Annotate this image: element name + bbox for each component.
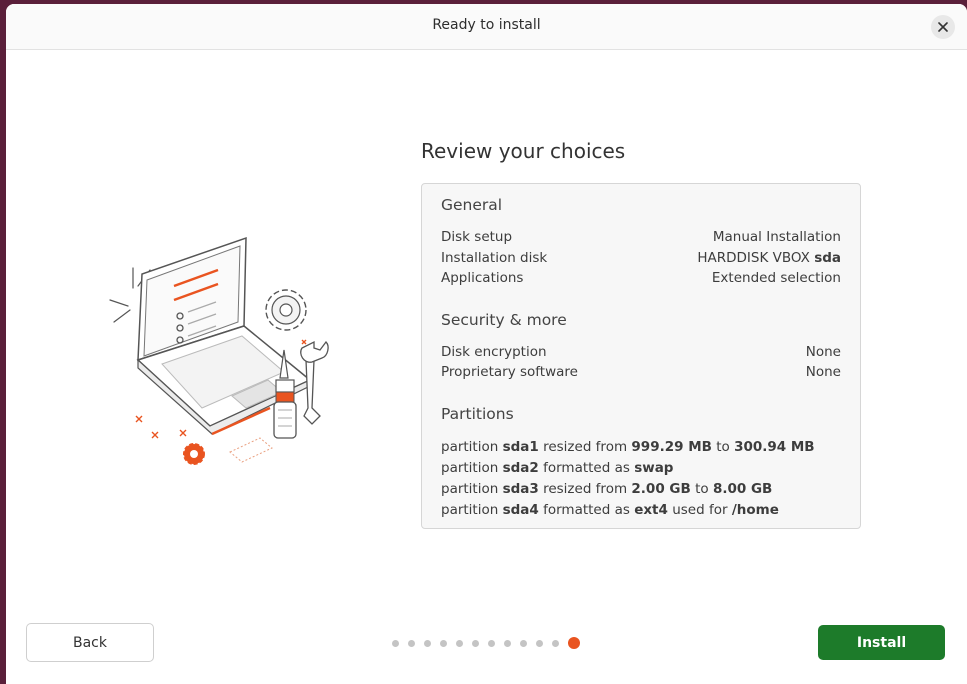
partition-item: partition sda4 formatted as ext4 used fo… (441, 502, 779, 518)
progress-dot (520, 639, 527, 647)
step-progress-dots (392, 636, 580, 650)
summary-row-disk-encryption: Disk encryption None (441, 344, 841, 360)
section-title-general: General (441, 196, 503, 214)
close-icon (938, 22, 948, 32)
title-bar: Ready to install (6, 4, 967, 50)
section-title-security: Security & more (441, 311, 567, 329)
progress-dot (408, 639, 415, 647)
laptop-tools-illustration (109, 236, 329, 465)
progress-dot (488, 639, 495, 647)
close-button[interactable] (931, 15, 955, 39)
page-heading: Review your choices (421, 139, 626, 163)
partition-item: partition sda1 resized from 999.29 MB to… (441, 439, 815, 455)
summary-card: General Disk setup Manual Installation I… (421, 183, 861, 529)
install-button[interactable]: Install (818, 625, 945, 660)
progress-dot (392, 639, 399, 647)
summary-row-disk-setup: Disk setup Manual Installation (441, 229, 841, 245)
summary-row-applications: Applications Extended selection (441, 270, 841, 286)
progress-dot (424, 639, 431, 647)
summary-row-installation-disk: Installation disk HARDDISK VBOX sda (441, 250, 841, 266)
progress-dot (504, 639, 511, 647)
progress-dot (456, 639, 463, 647)
window-title: Ready to install (432, 17, 541, 33)
progress-dot (440, 639, 447, 647)
small-gear-icon (183, 443, 205, 465)
gear-icon (265, 289, 307, 331)
installer-window: Ready to install Review your choices Gen… (6, 4, 967, 684)
partition-item: partition sda3 resized from 2.00 GB to 8… (441, 481, 773, 497)
progress-dot (552, 639, 559, 647)
progress-dot (472, 639, 479, 647)
progress-dot-active (568, 637, 580, 649)
partition-item: partition sda2 formatted as swap (441, 460, 674, 476)
section-title-partitions: Partitions (441, 405, 514, 423)
back-button[interactable]: Back (26, 623, 154, 662)
summary-row-proprietary-software: Proprietary software None (441, 364, 841, 380)
progress-dot (536, 639, 543, 647)
